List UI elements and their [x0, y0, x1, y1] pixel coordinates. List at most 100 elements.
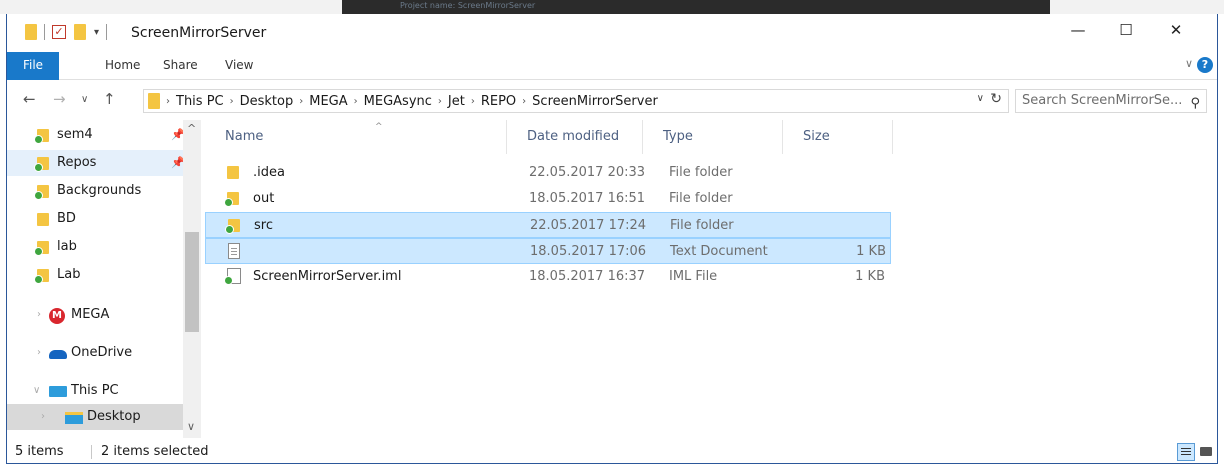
refresh-icon[interactable]: ↻ [990, 91, 1002, 107]
maximize-button[interactable]: ☐ [1103, 14, 1149, 46]
breadcrumb-arrow-icon[interactable]: › [522, 96, 526, 107]
window-title: ScreenMirrorServer [131, 25, 267, 41]
expand-ribbon-icon[interactable]: ∨ [1185, 57, 1193, 70]
column-header-name[interactable]: Name ^ [205, 120, 507, 154]
item-count: 5 items [15, 444, 64, 459]
nav-item-lab-2[interactable]: Lab [7, 262, 183, 288]
file-row[interactable]: .idea 22.05.2017 20:33 File folder [205, 160, 891, 186]
file-type: File folder [669, 191, 733, 206]
nav-scrollbar[interactable]: ^ ∨ [183, 120, 201, 438]
file-row-selected[interactable]: src 22.05.2017 17:24 File folder [205, 212, 891, 238]
back-icon[interactable]: ← [23, 90, 36, 108]
folder-icon [25, 24, 37, 40]
synced-folder-icon [34, 129, 49, 144]
up-icon[interactable]: ↑ [103, 90, 116, 108]
address-bar[interactable]: › This PC › Desktop › MEGA › MEGAsync › … [143, 89, 1009, 113]
expand-chevron-icon[interactable]: › [41, 404, 45, 430]
nav-item-this-pc[interactable]: ∨ This PC [7, 378, 183, 404]
ribbon-tabs: File Home Share View ∨ ? [7, 52, 1217, 80]
breadcrumb-jet[interactable]: Jet [448, 94, 465, 109]
breadcrumb-this-pc[interactable]: This PC [176, 94, 224, 109]
close-button[interactable]: ✕ [1153, 14, 1199, 46]
nav-item-label: Backgrounds [57, 183, 142, 198]
quick-access-toolbar: ✓ ▾ [25, 24, 114, 40]
large-icons-view-icon[interactable] [1197, 443, 1215, 461]
file-size: 1 KB [856, 244, 886, 259]
file-type: IML File [669, 269, 718, 284]
breadcrumb-desktop[interactable]: Desktop [240, 94, 294, 109]
nav-item-sem4[interactable]: sem4 📌 [7, 122, 185, 148]
details-view-icon[interactable] [1177, 443, 1195, 461]
breadcrumb-megasync[interactable]: MEGAsync [364, 94, 432, 109]
column-label: Size [803, 129, 830, 144]
customize-dropdown-icon[interactable]: ▾ [94, 27, 99, 38]
divider [106, 24, 108, 40]
nav-item-label: Desktop [87, 409, 141, 424]
breadcrumb-mega[interactable]: MEGA [309, 94, 347, 109]
nav-item-label: BD [57, 211, 76, 226]
nav-item-mega[interactable]: › M MEGA [7, 302, 183, 328]
new-folder-icon[interactable] [74, 24, 86, 40]
breadcrumb-arrow-icon[interactable]: › [471, 96, 475, 107]
expand-chevron-icon[interactable]: › [37, 340, 41, 366]
onedrive-cloud-icon [49, 350, 67, 359]
nav-item-label: OneDrive [71, 345, 133, 360]
background-strip: Project name: ScreenMirrorServer [0, 0, 1224, 14]
nav-item-repos[interactable]: Repos 📌 [7, 150, 185, 176]
nav-item-bd[interactable]: BD [7, 206, 183, 232]
column-header-date[interactable]: Date modified [507, 120, 643, 154]
file-date: 18.05.2017 16:37 [529, 269, 646, 284]
nav-item-onedrive[interactable]: › OneDrive [7, 340, 183, 366]
file-date: 18.05.2017 17:06 [530, 244, 647, 259]
file-row-selected[interactable]: 18.05.2017 17:06 Text Document 1 KB [205, 238, 891, 264]
tab-home[interactable]: Home [93, 52, 152, 80]
breadcrumb-arrow-icon[interactable]: › [166, 96, 170, 107]
address-dropdown-icon[interactable]: ∨ [977, 93, 984, 104]
help-icon[interactable]: ? [1197, 57, 1213, 73]
breadcrumb-screenmirrorserver[interactable]: ScreenMirrorServer [532, 94, 658, 109]
file-name: src [254, 218, 273, 233]
expand-chevron-icon[interactable]: › [37, 302, 41, 328]
collapse-chevron-icon[interactable]: ∨ [33, 378, 40, 404]
synced-folder-icon [34, 269, 49, 284]
column-label: Name [225, 129, 264, 144]
synced-folder-icon [34, 157, 49, 172]
breadcrumb-arrow-icon[interactable]: › [299, 96, 303, 107]
scroll-down-icon[interactable]: ∨ [187, 420, 195, 433]
desktop-folder-icon [65, 412, 83, 424]
file-size: 1 KB [855, 269, 885, 284]
tab-file[interactable]: File [7, 52, 59, 80]
column-header-size[interactable]: Size [783, 120, 893, 154]
nav-item-label: MEGA [71, 307, 110, 322]
scroll-up-icon[interactable]: ^ [187, 122, 196, 135]
properties-icon[interactable]: ✓ [52, 25, 66, 39]
file-row[interactable]: ScreenMirrorServer.iml 18.05.2017 16:37 … [205, 264, 891, 290]
scrollbar-thumb[interactable] [185, 232, 199, 332]
search-input[interactable]: Search ScreenMirrorSe... ⚲ [1015, 89, 1207, 113]
breadcrumb-arrow-icon[interactable]: › [230, 96, 234, 107]
folder-icon [227, 166, 239, 180]
tab-share[interactable]: Share [151, 52, 210, 80]
breadcrumb-arrow-icon[interactable]: › [438, 96, 442, 107]
forward-icon[interactable]: → [53, 90, 66, 108]
file-name: out [253, 191, 275, 206]
recent-locations-icon[interactable]: ∨ [81, 94, 88, 105]
minimize-button[interactable]: — [1055, 14, 1101, 46]
breadcrumb-repo[interactable]: REPO [481, 94, 516, 109]
tab-view[interactable]: View [213, 52, 265, 80]
nav-item-lab[interactable]: lab [7, 234, 183, 260]
navigation-bar: ← → ∨ ↑ › This PC › Desktop › MEGA › MEG… [7, 80, 1217, 120]
nav-item-desktop[interactable]: › Desktop [7, 404, 183, 430]
column-label: Type [663, 129, 693, 144]
divider [44, 24, 45, 40]
mega-icon: M [49, 308, 65, 324]
file-name: ScreenMirrorServer.iml [253, 269, 402, 284]
column-label: Date modified [527, 129, 620, 144]
status-bar: 5 items 2 items selected [7, 440, 1217, 464]
column-header-type[interactable]: Type [643, 120, 783, 154]
nav-item-backgrounds[interactable]: Backgrounds [7, 178, 183, 204]
nav-item-label: lab [57, 239, 77, 254]
file-date: 22.05.2017 20:33 [529, 165, 646, 180]
file-row[interactable]: out 18.05.2017 16:51 File folder [205, 186, 891, 212]
breadcrumb-arrow-icon[interactable]: › [354, 96, 358, 107]
